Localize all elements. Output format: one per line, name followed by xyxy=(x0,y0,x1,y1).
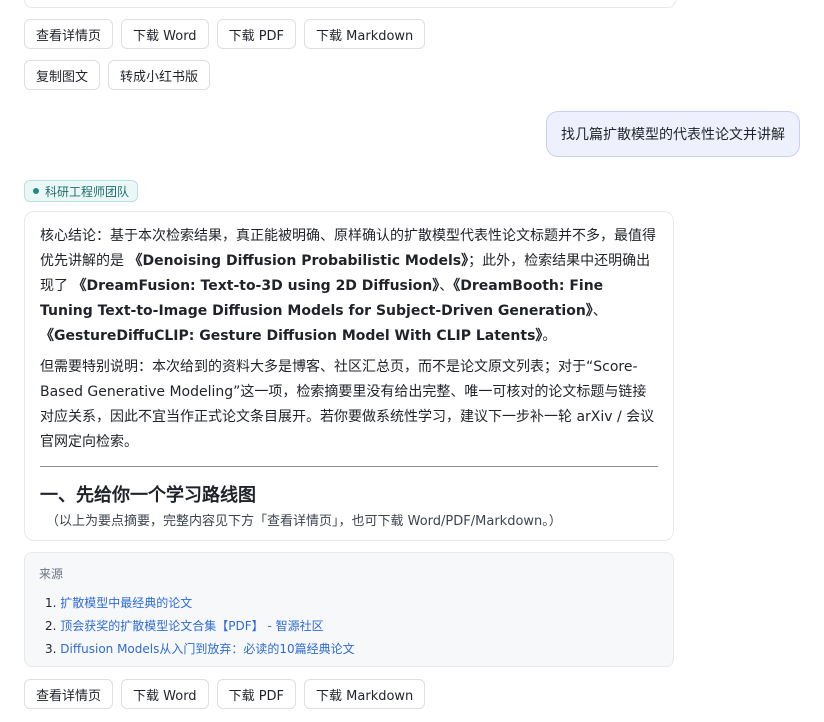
paper-title-gesturediffuclip: 《GestureDiffuCLIP: Gesture Diffusion Mod… xyxy=(40,328,543,344)
chat-page: 查看详情页 下载 Word 下载 PDF 下载 Markdown 复制图文 转成… xyxy=(0,0,824,722)
download-markdown-button[interactable]: 下载 Markdown xyxy=(304,679,426,709)
download-pdf-button[interactable]: 下载 PDF xyxy=(216,19,297,49)
source-item: 3. Diffusion Models从入门到放弃：必读的10篇经典论文 xyxy=(45,638,659,661)
separator: 、 xyxy=(592,303,607,319)
share-action-row: 复制图文 转成小红书版 xyxy=(24,60,211,90)
source-link[interactable]: 扩散模型中最经典的论文 xyxy=(60,596,192,610)
top-action-row: 查看详情页 下载 Word 下载 PDF 下载 Markdown xyxy=(24,19,426,49)
sources-panel: 来源 1. 扩散模型中最经典的论文 2. 顶会获奖的扩散模型论文合集【PDF】 … xyxy=(24,552,674,667)
download-markdown-button[interactable]: 下载 Markdown xyxy=(304,19,426,49)
source-link[interactable]: Diffusion Models从入门到放弃：必读的10篇经典论文 xyxy=(60,642,354,656)
summary-note: （以上为要点摘要，完整内容见下方「查看详情页」，也可下载 Word/PDF/Ma… xyxy=(46,514,562,529)
download-word-button[interactable]: 下载 Word xyxy=(121,679,209,709)
previous-answer-card xyxy=(24,0,676,8)
bottom-action-row: 查看详情页 下载 Word 下载 PDF 下载 Markdown xyxy=(24,679,426,709)
source-number: 1. xyxy=(45,596,57,610)
section-divider xyxy=(40,466,658,467)
convert-xiaohongshu-button[interactable]: 转成小红书版 xyxy=(108,60,211,90)
answer-conclusion-paragraph: 核心结论：基于本次检索结果，真正能被明确、原样确认的扩散模型代表性论文标题并不多… xyxy=(40,224,658,349)
source-item: 1. 扩散模型中最经典的论文 xyxy=(45,592,659,615)
separator: 、 xyxy=(439,278,454,294)
source-number: 3. xyxy=(45,642,57,656)
section-heading: 一、先给你一个学习路线图 xyxy=(40,485,256,506)
source-link[interactable]: 顶会获奖的扩散模型论文合集【PDF】 - 智源社区 xyxy=(60,619,323,633)
agent-name: 科研工程师团队 xyxy=(45,184,130,199)
source-number: 2. xyxy=(45,619,57,633)
answer-caveat-paragraph: 但需要特别说明：本次给到的资料大多是博客、社区汇总页，而不是论文原文列表；对于“… xyxy=(40,359,655,450)
view-detail-button[interactable]: 查看详情页 xyxy=(24,19,114,49)
answer-card: 核心结论：基于本次检索结果，真正能被明确、原样确认的扩散模型代表性论文标题并不多… xyxy=(24,211,674,541)
paper-title-dreamfusion: 《DreamFusion: Text-to-3D using 2D Diffus… xyxy=(72,278,440,294)
download-pdf-button[interactable]: 下载 PDF xyxy=(216,679,297,709)
agent-status-dot xyxy=(33,188,39,194)
view-detail-button[interactable]: 查看详情页 xyxy=(24,679,114,709)
user-message-bubble: 找几篇扩散模型的代表性论文并讲解 xyxy=(546,111,800,157)
period: 。 xyxy=(542,328,557,344)
paper-title-ddpm: 《Denoising Diffusion Probabilistic Model… xyxy=(128,253,469,269)
copy-rich-text-button[interactable]: 复制图文 xyxy=(24,60,101,90)
sources-title: 来源 xyxy=(39,567,64,581)
download-word-button[interactable]: 下载 Word xyxy=(121,19,209,49)
source-item: 2. 顶会获奖的扩散模型论文合集【PDF】 - 智源社区 xyxy=(45,615,659,638)
agent-badge: 科研工程师团队 xyxy=(24,180,139,202)
